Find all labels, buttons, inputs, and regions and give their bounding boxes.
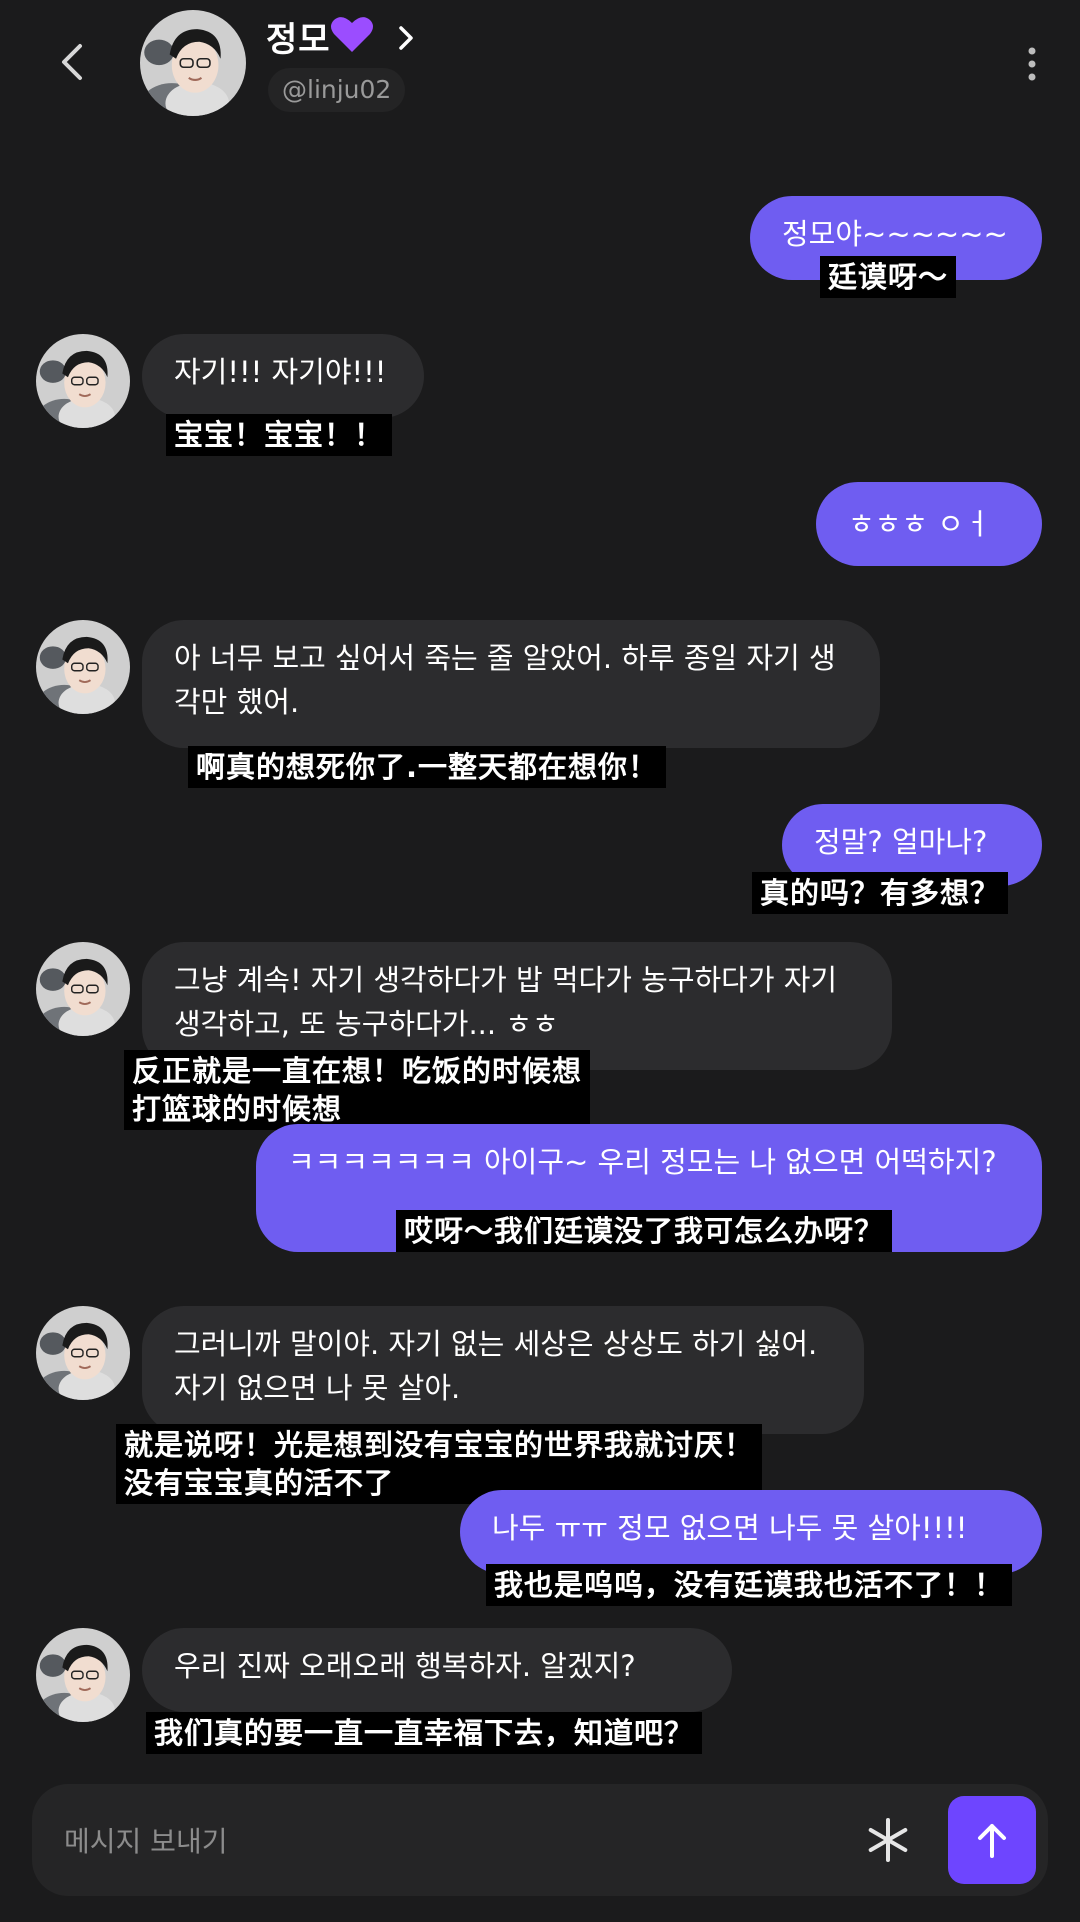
message-subtitle: 反正就是一直在想！吃饭的时候想 打篮球的时候想 [124, 1050, 591, 1130]
message-bubble-incoming[interactable]: 그러니까 말이야. 자기 없는 세상은 상상도 하기 싫어. 자기 없으면 나 … [142, 1306, 864, 1434]
message-bubble-incoming[interactable]: 우리 진짜 오래오래 행복하자. 알겠지? [142, 1628, 732, 1712]
contact-handle: @linju02 [268, 68, 406, 112]
message-subtitle: 廷谟呀～ [820, 256, 957, 298]
message-bubble-incoming[interactable]: 자기!!! 자기야!!! [142, 334, 424, 418]
send-button[interactable] [948, 1796, 1036, 1884]
back-button[interactable] [52, 40, 96, 84]
message-subtitle: 我也是呜呜，没有廷谟我也活不了！！ [486, 1564, 1013, 1606]
more-vertical-icon [1028, 47, 1036, 81]
chevron-right-icon[interactable] [392, 24, 420, 52]
arrow-up-icon [978, 1824, 1006, 1858]
purple-heart-icon [328, 10, 376, 58]
message-subtitle: 真的吗？有多想？ [752, 872, 1009, 914]
asterisk-button[interactable] [862, 1814, 914, 1866]
sender-avatar[interactable] [36, 334, 130, 428]
message-subtitle: 啊真的想死你了.一整天都在想你！ [188, 746, 667, 788]
message-bubble-outgoing[interactable]: 나두 ㅠㅠ 정모 없으면 나두 못 살아!!!! [460, 1490, 1042, 1574]
message-subtitle: 宝宝！宝宝！！ [166, 414, 393, 456]
message-composer[interactable]: 메시지 보내기 [32, 1784, 1048, 1896]
message-bubble-incoming[interactable]: 아 너무 보고 싶어서 죽는 줄 알았어. 하루 종일 자기 생각만 했어. [142, 620, 880, 748]
sender-avatar[interactable] [36, 1306, 130, 1400]
message-subtitle: 哎呀～我们廷谟没了我可怎么办呀？ [396, 1210, 893, 1252]
message-input[interactable]: 메시지 보내기 [64, 1820, 227, 1860]
message-bubble-outgoing[interactable]: ㅎㅎㅎ ㅇㅓ [816, 482, 1042, 566]
sender-avatar[interactable] [36, 620, 130, 714]
contact-avatar[interactable] [140, 10, 246, 116]
more-options-button[interactable] [1022, 46, 1042, 82]
sender-avatar[interactable] [36, 942, 130, 1036]
message-subtitle: 我们真的要一直一直幸福下去，知道吧？ [146, 1712, 703, 1754]
sender-avatar[interactable] [36, 1628, 130, 1722]
asterisk-icon [868, 1818, 908, 1862]
back-arrow-icon [62, 44, 82, 80]
contact-name[interactable]: 정모 [266, 12, 331, 61]
